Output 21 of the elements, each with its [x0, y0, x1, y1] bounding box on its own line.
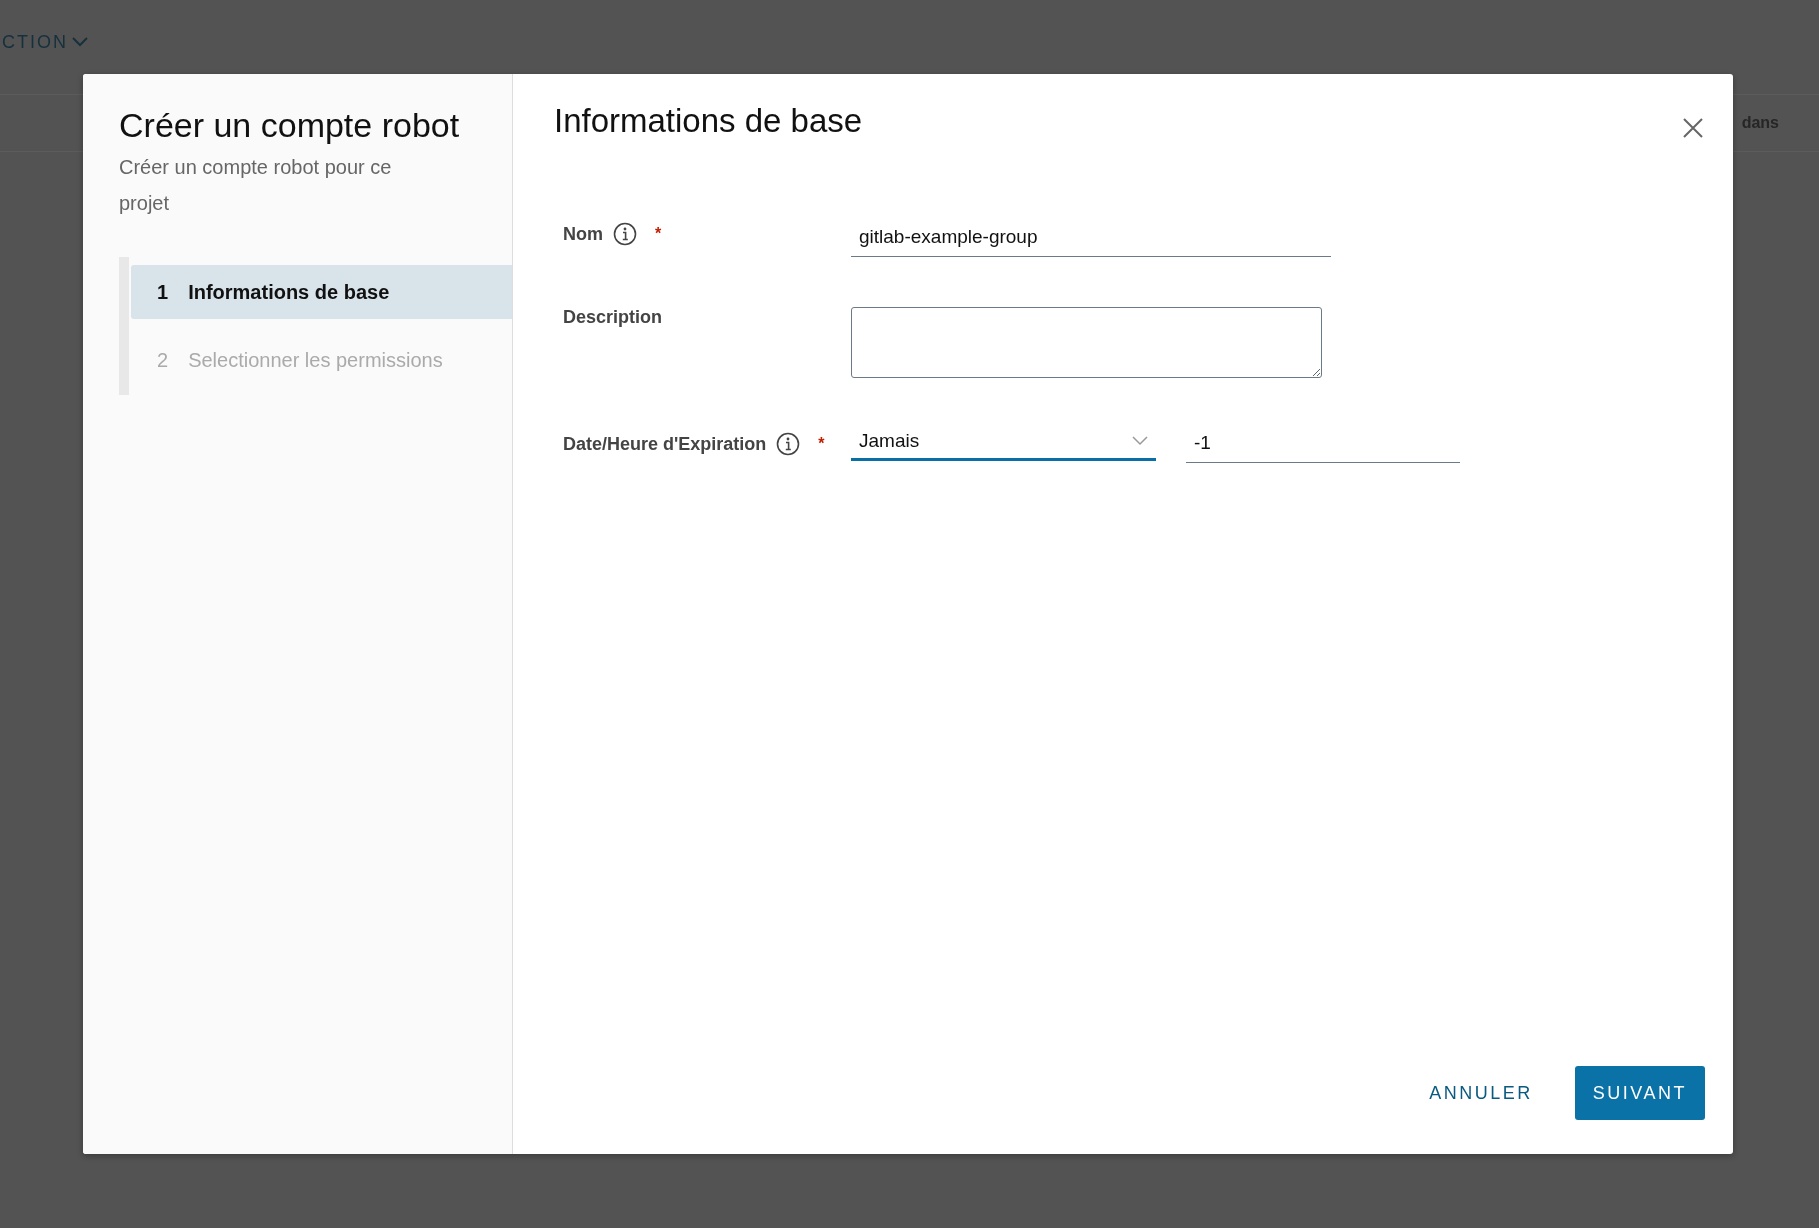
- dialog-title: Créer un compte robot: [119, 106, 461, 145]
- field-label: Date/Heure d'Expiration: [563, 433, 767, 455]
- required-mark: *: [655, 225, 662, 243]
- cancel-button[interactable]: ANNULER: [1409, 1066, 1553, 1120]
- name-field[interactable]: gitlab-example-group: [851, 222, 1331, 257]
- close-button[interactable]: [1681, 116, 1705, 140]
- expiration-dropdown[interactable]: Jamais: [851, 428, 1156, 461]
- section-heading: Informations de base: [554, 102, 863, 140]
- dialog-subtitle: Créer un compte robot pour ce projet: [119, 155, 393, 216]
- chevron-down-icon: [1132, 436, 1148, 446]
- info-icon[interactable]: [613, 222, 637, 246]
- field-label: Description: [563, 307, 663, 328]
- close-icon: [1681, 116, 1705, 140]
- field-label: Nom: [563, 223, 603, 245]
- next-button[interactable]: SUIVANT: [1574, 1066, 1705, 1120]
- info-icon[interactable]: [776, 432, 801, 456]
- chevron-down-icon: [72, 37, 88, 47]
- wizard-step[interactable]: 1 Informations de base: [131, 265, 512, 319]
- duration-field[interactable]: -1: [1186, 428, 1460, 463]
- description-field[interactable]: [851, 307, 1322, 378]
- required-mark: *: [818, 435, 825, 453]
